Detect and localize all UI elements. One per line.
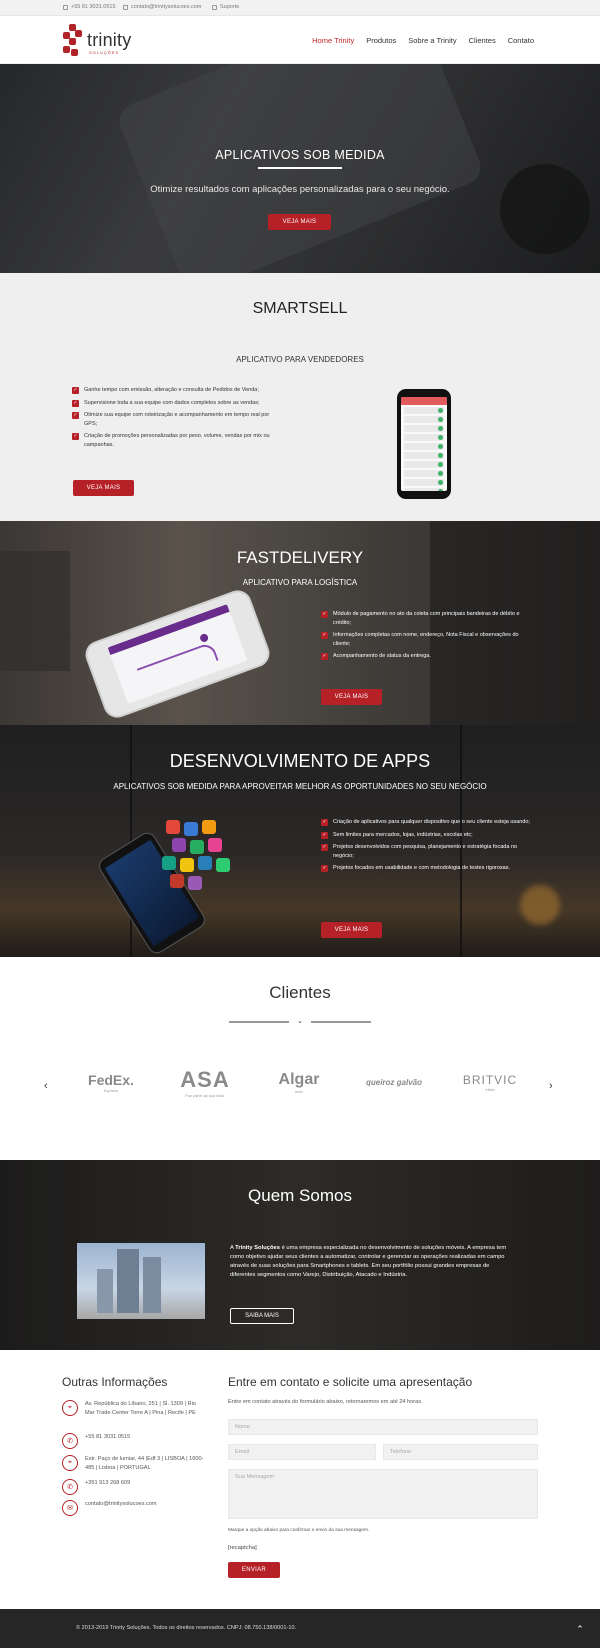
- phone-icon: ✆: [62, 1433, 78, 1449]
- topbar-phone[interactable]: +55 81 3031.0515: [63, 4, 116, 10]
- dev-subtitle: APLICATIVOS SOB MEDIDA PARA APROVEITAR M…: [113, 782, 487, 791]
- list-item: ✓ Criação de aplicativos para qualquer di…: [321, 819, 530, 826]
- list-item: ✓ Projetos focados em usabilidade e com m…: [321, 865, 511, 872]
- list-item: ✓ Sem limites para mercados, lojas, indús…: [321, 831, 473, 839]
- quem-somos-text: A Trinity Soluções é uma empresa especia…: [230, 1245, 507, 1278]
- form-note: Marque a opção abaixo para confirmar o e…: [228, 1528, 370, 1533]
- check-icon: ✓: [321, 653, 328, 660]
- map-pin-icon: ⌖: [62, 1455, 78, 1471]
- carousel-next-button[interactable]: ›: [549, 1080, 553, 1092]
- contact-email[interactable]: ✉ contato@trinitysolucoes.com: [62, 1500, 207, 1516]
- nav-produtos[interactable]: Produtos: [366, 36, 396, 45]
- brand-logo[interactable]: trinity SOLUÇÕES: [61, 20, 133, 60]
- hero-divider: [258, 167, 342, 169]
- logo-mark-icon: [61, 22, 83, 58]
- app-icons-image: [106, 820, 246, 930]
- check-icon: ✓: [321, 632, 328, 639]
- dev-features: ✓ Criação de aplicativos para qualquer di…: [321, 818, 531, 877]
- mail-icon: [123, 4, 128, 10]
- address-lisboa: ⌖ Estr. Paço de lumiar, 44 |Edf 3 | LISB…: [62, 1455, 207, 1473]
- hero-subtitle: Otimize resultados com aplicações person…: [150, 184, 450, 195]
- fastdelivery-title: FASTDELIVERY: [236, 548, 364, 567]
- list-item: ✓ Ganhe tempo com emissão, alteração e co…: [72, 387, 259, 394]
- client-logo-britvic: BRITVIC ebba: [462, 1072, 518, 1092]
- recaptcha-placeholder[interactable]: [recaptcha]: [228, 1545, 257, 1551]
- hero-banner: [0, 64, 600, 273]
- divider-right: [311, 1021, 371, 1023]
- name-field[interactable]: Nome: [228, 1419, 538, 1435]
- saiba-mais-button[interactable]: SAIBA MAIS: [230, 1308, 294, 1324]
- client-logo-queiroz-galvao: queiroz galvão: [365, 1077, 422, 1087]
- list-item: ✓ Informações completas com nome, endereç…: [321, 632, 519, 647]
- phone-field[interactable]: Telefone: [383, 1444, 538, 1460]
- brand-sub: SOLUÇÕES: [89, 50, 120, 55]
- chevron-down-icon: ⌄: [297, 1018, 303, 1025]
- top-bar: +55 81 3031.0515 contato@trinitysolucoes…: [0, 0, 600, 16]
- list-item: ✓ Acompanhamento de status da entrega.: [321, 653, 431, 660]
- check-icon: ✓: [321, 865, 328, 872]
- map-pin-icon: ⌖: [62, 1400, 78, 1416]
- check-icon: ✓: [72, 433, 79, 440]
- check-icon: ✓: [72, 399, 79, 407]
- enviar-button[interactable]: ENVIAR: [228, 1562, 280, 1578]
- smartsell-subtitle: APLICATIVO PARA VENDEDORES: [236, 355, 364, 364]
- apps-icon: [287, 33, 313, 59]
- check-icon: ✓: [321, 611, 328, 618]
- client-logo-fedex: FedEx. Express: [88, 1071, 134, 1093]
- phone-icon: ✆: [62, 1479, 78, 1495]
- scroll-to-top-button[interactable]: ⌃: [572, 1621, 588, 1637]
- smartsell-veja-mais-button[interactable]: VEJA MAIS: [73, 480, 134, 496]
- client-logo-asa: ASA Faz parte da sua vida.: [180, 1066, 230, 1098]
- brand-name: trinity: [87, 29, 132, 50]
- smartsell-features: ✓ Ganhe tempo com emissão, alteração e co…: [72, 386, 282, 453]
- main-nav: Home Trinity Produtos Sobre a Trinity Cl…: [312, 36, 534, 45]
- nav-sobre[interactable]: Sobre a Trinity: [408, 36, 456, 45]
- phone-icon: [63, 4, 68, 10]
- divider-left: [229, 1021, 289, 1023]
- list-item: ✓ Projetos desenvolvidos com pesquisa, pl…: [321, 844, 518, 859]
- clientes-section: Clientes ⌄ ‹ › FedEx. Express ASA Faz pa…: [0, 957, 600, 1160]
- smartsell-title: SMARTSELL: [252, 300, 348, 317]
- message-field[interactable]: Sua Mensagem: [228, 1469, 538, 1519]
- clientes-title: Clientes: [269, 983, 331, 1002]
- fastdelivery-features: ✓ Módulo de pagamento no ato da coleta co…: [321, 610, 531, 665]
- mail-icon: ✉: [62, 1500, 78, 1516]
- list-item: ✓ Criação de promoções personalizadas por…: [72, 433, 270, 448]
- client-logo-algar: Algar tech: [278, 1070, 320, 1094]
- form-description: Entre em contato através do formulário a…: [228, 1399, 423, 1405]
- copyright-text: © 2013-2019 Trinity Soluções. Todos os d…: [76, 1625, 297, 1631]
- phone-brazil[interactable]: ✆ +55 81 3031.0515: [62, 1433, 207, 1449]
- address-recife: ⌖ Av. República do Líbano, 251 | Sl. 130…: [62, 1400, 207, 1418]
- topbar-support[interactable]: Suporte: [212, 4, 239, 10]
- footer-bar: © 2013-2019 Trinity Soluções. Todos os d…: [0, 1609, 600, 1648]
- nav-home[interactable]: Home Trinity: [312, 36, 354, 45]
- info-title: Outras Informações: [62, 1375, 168, 1389]
- list-item: ✓ Otimize sua equipe com roteirização e a…: [72, 412, 270, 427]
- form-title: Entre em contato e solicite uma apresent…: [228, 1375, 473, 1389]
- check-icon: ✓: [321, 831, 328, 839]
- dev-title: DESENVOLVIMENTO DE APPS: [169, 751, 431, 771]
- dev-veja-mais-button[interactable]: VEJA MAIS: [321, 922, 382, 938]
- email-field[interactable]: Email: [228, 1444, 376, 1460]
- check-icon: ✓: [72, 387, 79, 394]
- list-item: ✓ Módulo de pagamento no ato da coleta co…: [321, 611, 520, 626]
- topbar-email[interactable]: contato@trinitysolucoes.com: [123, 4, 201, 10]
- office-building-image: [77, 1243, 205, 1319]
- check-icon: ✓: [321, 819, 328, 826]
- check-icon: ✓: [72, 412, 79, 419]
- carousel-prev-button[interactable]: ‹: [44, 1080, 48, 1092]
- hero-veja-mais-button[interactable]: VEJA MAIS: [268, 214, 331, 230]
- nav-contato[interactable]: Contato: [508, 36, 534, 45]
- nav-clientes[interactable]: Clientes: [469, 36, 496, 45]
- smartsell-phone-image: [397, 389, 451, 499]
- quem-somos-title: Quem Somos: [248, 1186, 352, 1205]
- lock-icon: [212, 4, 217, 10]
- hero-title: APLICATIVOS SOB MEDIDA: [215, 148, 385, 162]
- phone-portugal[interactable]: ✆ +351 913 268 609: [62, 1479, 207, 1495]
- check-icon: ✓: [321, 844, 328, 851]
- fastdelivery-veja-mais-button[interactable]: VEJA MAIS: [321, 689, 382, 705]
- list-item: ✓ Supervisione toda a sua equipe com dado…: [72, 399, 260, 407]
- fastdelivery-subtitle: APLICATIVO PARA LOGÍSTICA: [242, 578, 358, 587]
